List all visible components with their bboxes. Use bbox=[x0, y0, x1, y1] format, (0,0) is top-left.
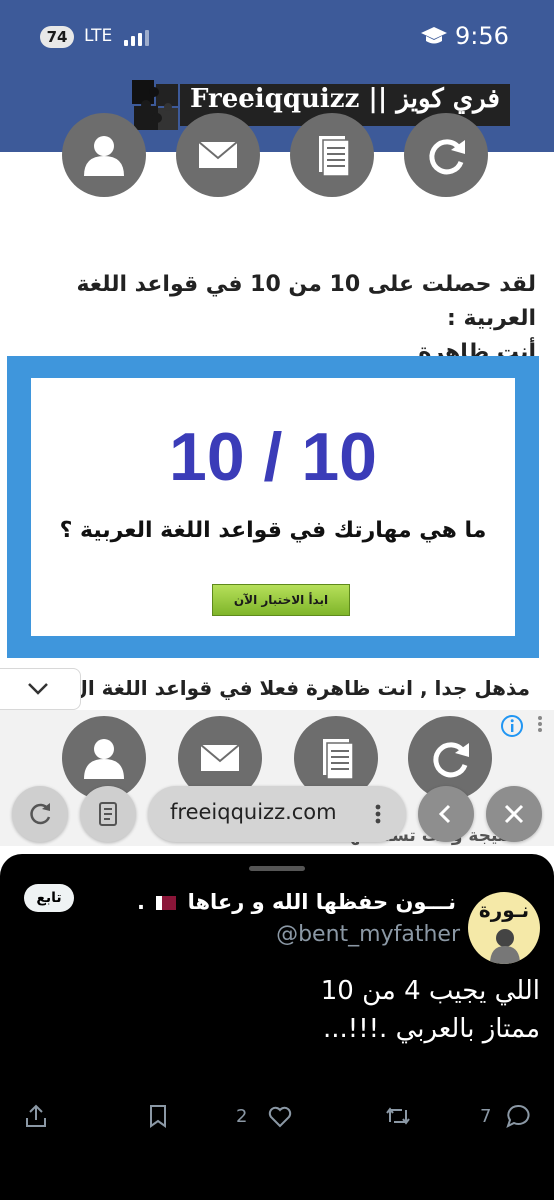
reload-button[interactable] bbox=[12, 786, 68, 842]
network-type: LTE bbox=[84, 26, 113, 46]
bookmark-button[interactable] bbox=[144, 1102, 174, 1132]
follow-button[interactable]: تابع bbox=[24, 884, 74, 912]
reload-icon bbox=[30, 803, 51, 825]
signal-icon bbox=[124, 30, 150, 46]
user-handle[interactable]: @bent_myfather bbox=[276, 922, 460, 947]
mail-icon bbox=[198, 141, 238, 168]
result-headline: لقد حصلت على 10 من 10 في قواعد اللغة الع… bbox=[16, 268, 536, 370]
mail-share-button[interactable] bbox=[176, 113, 260, 197]
display-name[interactable]: نـــون حفظها الله و رعاها ... bbox=[136, 890, 456, 914]
quiz-card-inner: 10 / 10 ما هي مهارتك في قواعد اللغة العر… bbox=[31, 378, 515, 636]
tweet-card: نـورة نـــون حفظها الله و رعاها ... @ben… bbox=[0, 854, 554, 1200]
display-name-text: نـــون حفظها الله و رعاها bbox=[187, 890, 456, 914]
retweet-button[interactable] bbox=[384, 1102, 416, 1132]
reply-count: 7 bbox=[480, 1106, 492, 1127]
share-icons-top bbox=[62, 113, 492, 197]
display-name-ellipsis: ... bbox=[136, 890, 145, 914]
document-share-button[interactable] bbox=[290, 113, 374, 197]
avatar-figure-icon bbox=[490, 929, 520, 964]
avatar[interactable]: نـورة bbox=[468, 892, 540, 964]
refresh-icon bbox=[429, 139, 465, 175]
quiz-question: ما هي مهارتك في قواعد اللغة العربية ؟ bbox=[59, 518, 487, 543]
quiz-result-card[interactable]: 10 / 10 ما هي مهارتك في قواعد اللغة العر… bbox=[7, 356, 539, 658]
chevron-left-icon bbox=[438, 804, 451, 824]
retweet-icon bbox=[386, 1107, 410, 1125]
person-icon bbox=[84, 136, 124, 176]
tweet-text: اللي يجيب 4 من 10 ممتاز بالعربي .!!!... bbox=[320, 976, 540, 1044]
battery-indicator: 74 bbox=[40, 26, 74, 48]
mail-icon bbox=[200, 744, 240, 771]
close-browser-button[interactable] bbox=[486, 786, 542, 842]
like-button[interactable]: 2 bbox=[236, 1102, 296, 1132]
refresh-icon bbox=[433, 742, 469, 778]
collapse-toggle[interactable] bbox=[0, 668, 81, 710]
reader-mode-button[interactable] bbox=[80, 786, 136, 842]
reply-button[interactable]: 7 bbox=[480, 1102, 540, 1132]
back-button[interactable] bbox=[418, 786, 474, 842]
bookmark-icon bbox=[150, 1105, 166, 1128]
profile-share-button[interactable] bbox=[62, 113, 146, 197]
document-icon bbox=[323, 739, 354, 780]
ad-options-icon[interactable] bbox=[530, 714, 550, 734]
sheet-grabber[interactable] bbox=[249, 866, 305, 871]
share-tweet-button[interactable] bbox=[22, 1102, 52, 1132]
refresh-share-button[interactable] bbox=[404, 113, 488, 197]
heart-icon bbox=[268, 1106, 292, 1128]
info-icon[interactable] bbox=[500, 714, 524, 738]
headline-line-1: لقد حصلت على 10 من 10 في قواعد اللغة الع… bbox=[76, 272, 536, 331]
close-icon bbox=[504, 804, 524, 824]
avatar-text: نـورة bbox=[478, 898, 530, 922]
more-options-icon[interactable] bbox=[368, 803, 388, 825]
article-body-text: مذهل جدا , انت ظاهرة فعلا في قواعد اللغة… bbox=[80, 676, 530, 700]
document-icon bbox=[319, 136, 350, 177]
reader-icon bbox=[99, 802, 117, 826]
start-quiz-button[interactable]: ابدأ الاختبار الآن bbox=[212, 584, 350, 616]
url-text: freeiqquizz.com bbox=[170, 800, 337, 824]
score-text: 10 / 10 bbox=[169, 419, 377, 495]
graduation-cap-icon bbox=[421, 27, 447, 44]
address-bar[interactable]: freeiqquizz.com bbox=[148, 786, 406, 842]
share-icon bbox=[26, 1104, 46, 1127]
chevron-down-icon bbox=[28, 683, 48, 695]
person-icon bbox=[84, 739, 124, 779]
status-time: 9:56 bbox=[455, 22, 509, 50]
like-count: 2 bbox=[236, 1106, 248, 1127]
reply-icon bbox=[506, 1104, 530, 1128]
qatar-flag-icon bbox=[156, 896, 177, 910]
